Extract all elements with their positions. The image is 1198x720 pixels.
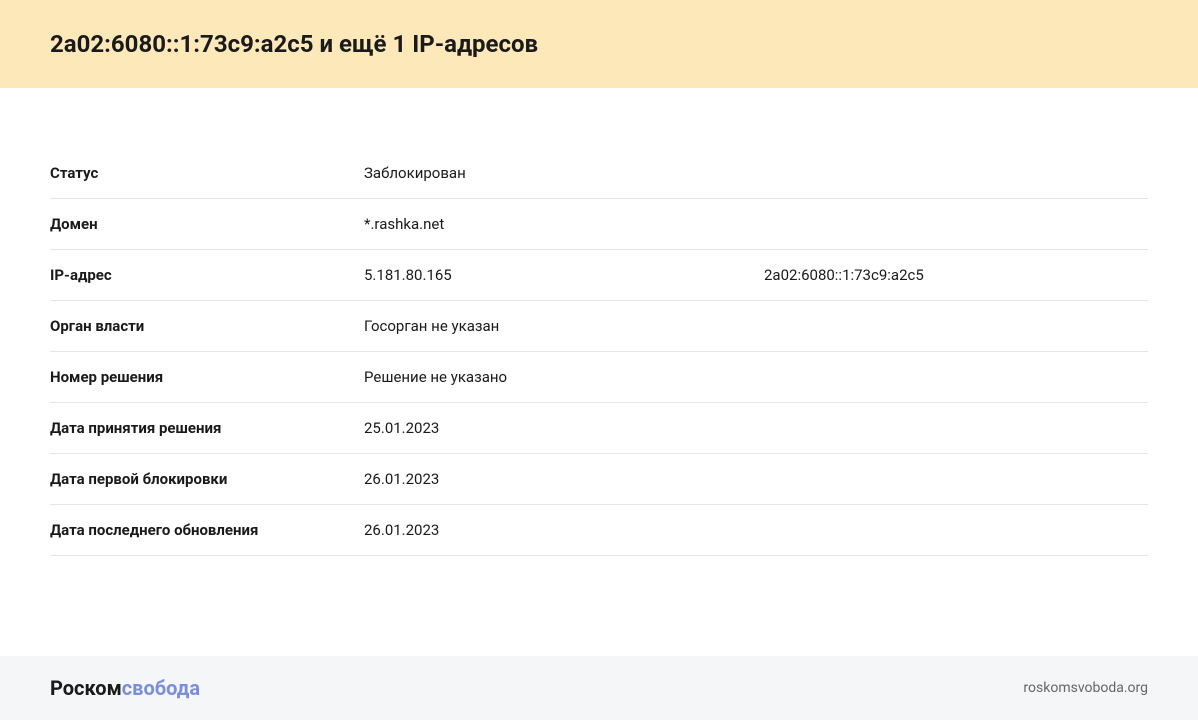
ip-values: 5.181.80.165 2a02:6080::1:73c9:a2c5 [364, 266, 1148, 284]
footer-link[interactable]: roskomsvoboda.org [1023, 680, 1148, 696]
domain-row: Домен *.rashka.net [50, 199, 1148, 250]
decision-date-value: 25.01.2023 [364, 419, 1148, 437]
page-footer: Роскомсвобода roskomsvoboda.org [0, 656, 1198, 720]
logo-part-2: свобода [122, 676, 200, 700]
ip-value-2: 2a02:6080::1:73c9:a2c5 [764, 266, 924, 284]
logo[interactable]: Роскомсвобода [50, 676, 200, 700]
status-label: Статус [50, 164, 364, 182]
ip-label: IP-адрес [50, 266, 364, 284]
decision-date-row: Дата принятия решения 25.01.2023 [50, 403, 1148, 454]
first-block-date-row: Дата первой блокировки 26.01.2023 [50, 454, 1148, 505]
domain-value: *.rashka.net [364, 215, 1148, 233]
first-block-date-value: 26.01.2023 [364, 470, 1148, 488]
ip-value-1: 5.181.80.165 [364, 266, 764, 284]
logo-part-1: Роском [50, 676, 122, 700]
last-update-date-label: Дата последнего обновления [50, 521, 364, 539]
decision-number-label: Номер решения [50, 368, 364, 386]
status-row: Статус Заблокирован [50, 148, 1148, 199]
content-area: Статус Заблокирован Домен *.rashka.net I… [0, 88, 1198, 606]
status-value: Заблокирован [364, 164, 1148, 182]
decision-number-value: Решение не указано [364, 368, 1148, 386]
last-update-date-row: Дата последнего обновления 26.01.2023 [50, 505, 1148, 556]
domain-label: Домен [50, 215, 364, 233]
authority-row: Орган власти Госорган не указан [50, 301, 1148, 352]
ip-row: IP-адрес 5.181.80.165 2a02:6080::1:73c9:… [50, 250, 1148, 301]
first-block-date-label: Дата первой блокировки [50, 470, 364, 488]
authority-label: Орган власти [50, 317, 364, 335]
decision-number-row: Номер решения Решение не указано [50, 352, 1148, 403]
decision-date-label: Дата принятия решения [50, 419, 364, 437]
last-update-date-value: 26.01.2023 [364, 521, 1148, 539]
page-header: 2a02:6080::1:73c9:a2c5 и ещё 1 IP-адресо… [0, 0, 1198, 88]
page-title: 2a02:6080::1:73c9:a2c5 и ещё 1 IP-адресо… [50, 30, 1148, 58]
authority-value: Госорган не указан [364, 317, 1148, 335]
